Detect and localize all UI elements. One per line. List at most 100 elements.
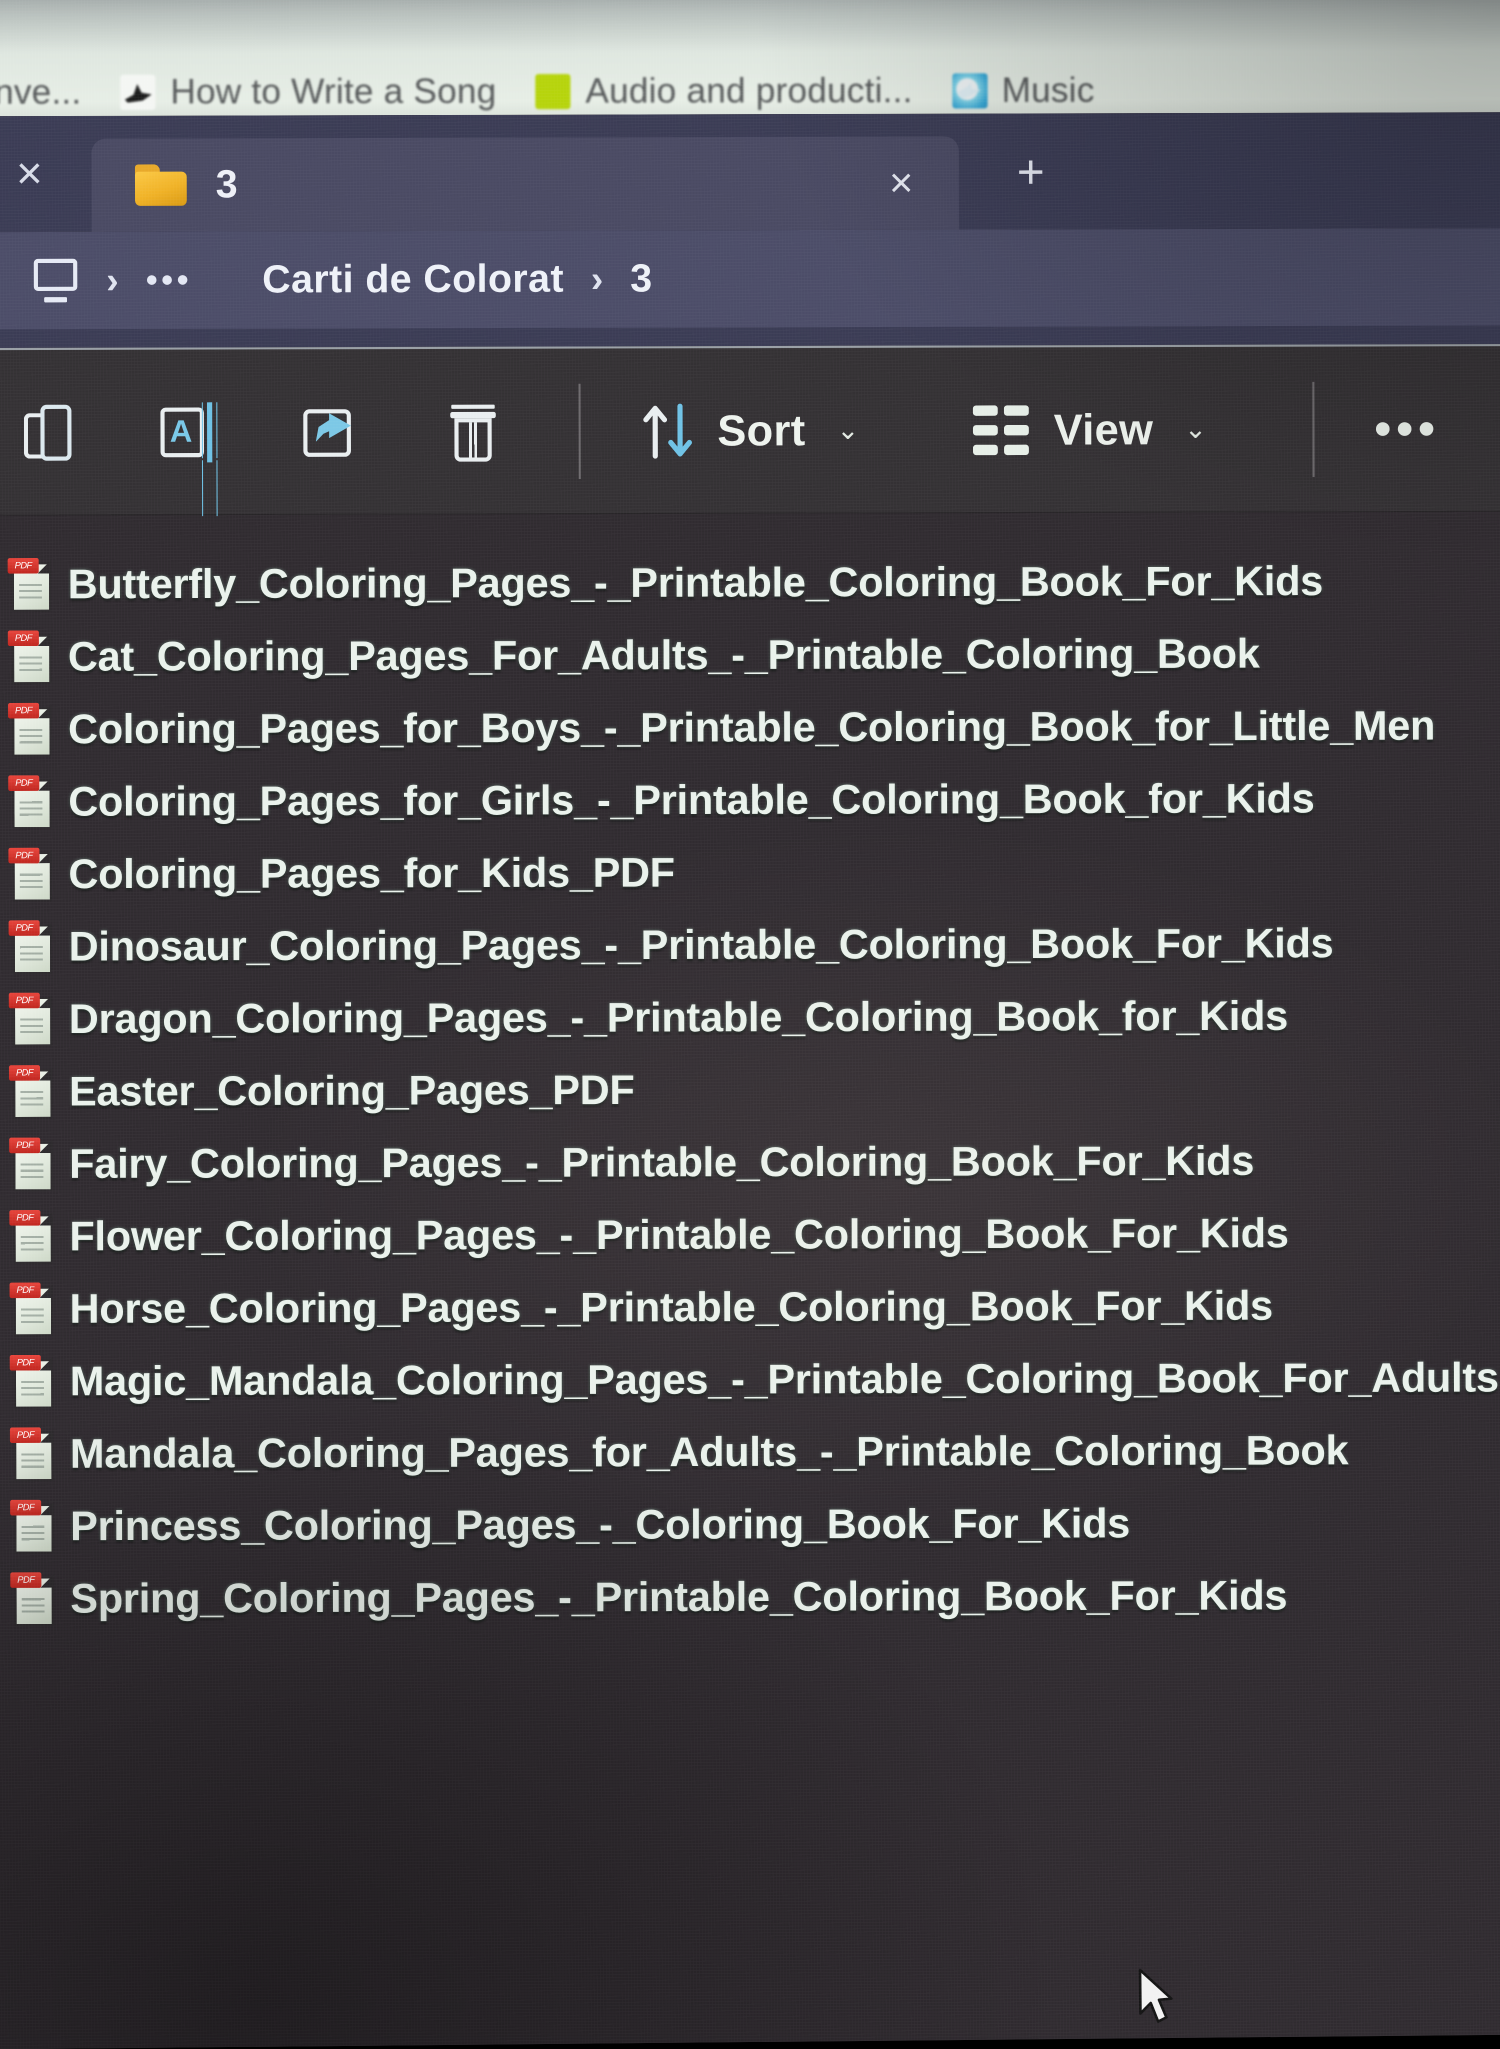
view-button[interactable]: View ⌄ [956,396,1223,463]
trash-icon [448,401,498,461]
list-item[interactable]: PDF Horse_Coloring_Pages_-_Printable_Col… [9,1269,1500,1346]
list-item[interactable]: PDF Easter_Coloring_Pages_PDF [8,1052,1500,1129]
file-name: Flower_Coloring_Pages_-_Printable_Colori… [69,1210,1289,1260]
breadcrumb-separator: › [106,258,119,302]
list-item[interactable]: PDF Coloring_Pages_for_Girls_-_Printable… [8,762,1500,839]
pdf-badge: PDF [8,775,40,791]
file-name: Horse_Coloring_Pages_-_Printable_Colorin… [69,1282,1274,1332]
pdf-file-icon: PDF [10,1499,56,1554]
list-item[interactable]: PDF Princess_Coloring_Pages_-_Coloring_B… [10,1487,1500,1564]
blue-globe-icon [951,73,988,109]
pdf-file-icon: PDF [8,847,54,902]
new-tab-button[interactable]: + [1017,144,1045,198]
file-name: Cat_Coloring_Pages_For_Adults_-_Printabl… [67,630,1260,680]
photographed-screen: onve... How to Write a Song Audio and pr… [0,0,1500,2049]
pdf-badge: PDF [10,1572,42,1588]
browser-tab-0[interactable]: onve... [0,72,108,113]
list-item[interactable]: PDF Dinosaur_Coloring_Pages_-_Printable_… [8,907,1500,984]
command-bar: Sort ⌄ View ⌄ ••• [0,343,1500,516]
mouse-cursor-icon [1138,1968,1173,2023]
pdf-file-icon: PDF [7,630,54,685]
file-name: Mandala_Coloring_Pages_for_Adults_-_Prin… [69,1427,1349,1477]
sort-button[interactable]: Sort ⌄ [624,393,876,468]
toolbar-divider [1312,381,1315,477]
file-name: Coloring_Pages_for_Boys_-_Printable_Colo… [68,702,1436,752]
list-item[interactable]: PDF Coloring_Pages_for_Boys_-_Printable_… [8,690,1500,767]
delete-button[interactable] [432,393,515,470]
file-name: Easter_Coloring_Pages_PDF [69,1067,635,1115]
file-name: Butterfly_Coloring_Pages_-_Printable_Col… [67,558,1324,608]
pdf-badge: PDF [9,1427,42,1444]
dark-bird-icon [120,74,156,110]
file-name: Dragon_Coloring_Pages_-_Printable_Colori… [68,993,1289,1042]
browser-tab-1[interactable]: How to Write a Song [108,71,523,112]
list-item[interactable]: PDF Flower_Coloring_Pages_-_Printable_Co… [9,1197,1500,1274]
pdf-badge: PDF [9,1210,41,1226]
breadcrumb-overflow-icon[interactable]: ••• [146,260,192,299]
pdf-file-icon: PDF [8,1065,55,1120]
pdf-file-icon: PDF [8,992,55,1047]
green-square-icon [535,73,571,110]
pdf-file-icon: PDF [9,1137,55,1192]
list-item[interactable]: PDF Butterfly_Coloring_Pages_-_Printable… [7,545,1500,622]
list-item[interactable]: PDF Cat_Coloring_Pages_For_Adults_-_Prin… [7,617,1500,694]
share-icon [303,404,361,458]
pdf-file-icon: PDF [8,920,55,975]
pdf-file-icon: PDF [9,1282,56,1337]
explorer-tab-3[interactable]: 3 × [91,136,959,232]
browser-tab-label: onve... [0,72,82,112]
file-list: PDF Butterfly_Coloring_Pages_-_Printable… [0,512,1500,1636]
window-close-icon[interactable]: × [0,148,92,199]
pdf-badge: PDF [9,1137,41,1154]
file-name: Spring_Coloring_Pages_-_Printable_Colori… [70,1572,1288,1622]
browser-tab-label: Music [1001,70,1095,110]
list-item[interactable]: PDF Fairy_Coloring_Pages_-_Printable_Col… [9,1124,1500,1201]
file-name: Dinosaur_Coloring_Pages_-_Printable_Colo… [68,920,1334,970]
pdf-badge: PDF [7,558,39,574]
explorer-tab-label: 3 [215,162,239,207]
pdf-badge: PDF [8,992,40,1009]
list-item[interactable]: PDF Coloring_Pages_for_Kids_PDF [8,835,1500,912]
ellipsis-icon: ••• [1374,400,1441,455]
rename-button[interactable] [142,396,233,469]
file-name: Princess_Coloring_Pages_-_Coloring_Book_… [70,1500,1131,1549]
pdf-file-icon: PDF [9,1427,56,1482]
list-item[interactable]: PDF Dragon_Coloring_Pages_-_Printable_Co… [8,979,1500,1056]
pdf-file-icon: PDF [9,1210,55,1264]
share-button[interactable] [287,396,378,467]
rename-icon [158,401,216,462]
breadcrumb-item-0[interactable]: Carti de Colorat [262,257,564,302]
browser-tab-2[interactable]: Audio and producti... [523,71,939,112]
breadcrumb-item-1[interactable]: 3 [630,257,652,302]
pdf-badge: PDF [9,1354,41,1371]
pdf-file-icon: PDF [7,558,54,612]
sort-label: Sort [717,405,806,455]
pdf-badge: PDF [8,920,40,936]
pdf-badge: PDF [8,702,40,719]
file-name: Coloring_Pages_for_Girls_-_Printable_Col… [68,775,1315,825]
pdf-badge: PDF [7,630,39,647]
copy-button[interactable] [7,396,88,469]
list-item[interactable]: PDF Spring_Coloring_Pages_-_Printable_Co… [10,1559,1500,1636]
folder-icon [135,164,189,206]
browser-tab-label: How to Write a Song [170,71,497,112]
pdf-badge: PDF [8,847,40,864]
pdf-badge: PDF [10,1499,42,1516]
this-pc-icon[interactable] [32,259,80,303]
pdf-badge: PDF [9,1282,41,1299]
list-item[interactable]: PDF Magic_Mandala_Coloring_Pages_-_Print… [9,1342,1500,1419]
pdf-file-icon: PDF [8,702,54,757]
copy-icon [24,404,72,460]
address-bar: › ••• Carti de Colorat › 3 [0,227,1500,349]
breadcrumb[interactable]: › ••• Carti de Colorat › 3 [0,228,1500,330]
breadcrumb-separator: › [590,257,604,300]
pdf-file-icon: PDF [9,1354,56,1409]
close-icon[interactable]: × [889,160,913,206]
pdf-file-icon: PDF [10,1572,56,1627]
view-icon [972,404,1033,455]
browser-tab-3[interactable]: Music [939,70,1121,111]
list-item[interactable]: PDF Mandala_Coloring_Pages_for_Adults_-_… [9,1414,1500,1491]
pdf-badge: PDF [8,1065,41,1081]
more-options-button[interactable]: ••• [1358,400,1457,455]
file-name: Coloring_Pages_for_Kids_PDF [68,849,675,897]
